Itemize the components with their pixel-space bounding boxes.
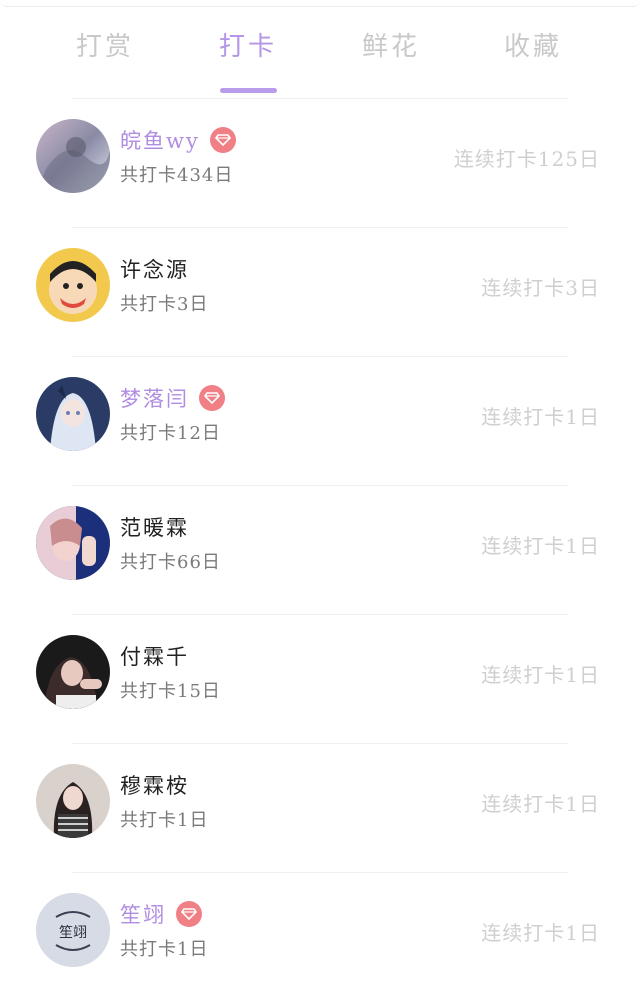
avatar-cartoon-icon <box>36 248 110 322</box>
user-name[interactable]: 皖鱼wy <box>120 125 200 155</box>
total-checkin-count: 共打卡3日 <box>120 294 209 315</box>
user-name[interactable]: 笙翊 <box>120 899 166 929</box>
avatar[interactable] <box>36 119 110 193</box>
streak-count: 连续打卡1日 <box>481 663 600 687</box>
vip-diamond-icon <box>176 901 202 927</box>
list-item[interactable]: 梦落闫 共打卡12日 连续打卡1日 <box>36 356 599 485</box>
total-checkin-count: 共打卡12日 <box>120 423 221 444</box>
avatar-text: 笙翊 <box>59 925 87 941</box>
user-name[interactable]: 范暖霖 <box>120 512 189 542</box>
tab-checkin[interactable]: 打卡 <box>203 26 293 63</box>
streak-count: 连续打卡1日 <box>481 921 600 945</box>
streak-count: 连续打卡1日 <box>481 792 600 816</box>
user-name[interactable]: 许念源 <box>120 254 189 284</box>
avatar[interactable] <box>36 764 110 838</box>
vip-diamond-icon <box>199 385 225 411</box>
user-name[interactable]: 付霖千 <box>120 641 189 671</box>
vip-diamond-icon <box>209 127 236 153</box>
avatar-photo-icon <box>36 119 110 193</box>
avatar[interactable] <box>36 635 110 709</box>
avatar[interactable] <box>36 248 110 322</box>
user-name[interactable]: 梦落闫 <box>120 383 189 413</box>
total-checkin-count: 共打卡15日 <box>120 681 221 702</box>
avatar-photo-icon <box>36 506 110 580</box>
list-item[interactable]: 范暖霖 共打卡66日 连续打卡1日 <box>36 485 599 614</box>
streak-count: 连续打卡3日 <box>481 276 600 300</box>
avatar[interactable] <box>36 506 110 580</box>
tab-bar: 打赏 打卡 鲜花 收藏 <box>0 18 640 93</box>
streak-count: 连续打卡1日 <box>481 405 600 429</box>
total-checkin-count: 共打卡1日 <box>120 810 209 831</box>
tab-flowers[interactable]: 鲜花 <box>346 26 436 63</box>
active-tab-indicator <box>220 88 277 93</box>
total-checkin-count: 共打卡66日 <box>120 552 221 573</box>
streak-count: 连续打卡1日 <box>481 534 600 558</box>
avatar[interactable] <box>36 377 110 451</box>
list-item[interactable]: 许念源 共打卡3日 连续打卡3日 <box>36 227 599 356</box>
top-sheet-edge <box>0 0 640 7</box>
total-checkin-count: 共打卡1日 <box>120 939 209 960</box>
user-name[interactable]: 穆霖桉 <box>120 770 189 800</box>
avatar-text-logo-icon: 笙翊 <box>36 893 110 967</box>
avatar[interactable]: 笙翊 <box>36 893 110 967</box>
list-item[interactable]: 穆霖桉 共打卡1日 连续打卡1日 <box>36 743 599 872</box>
avatar-anime-icon <box>36 377 110 451</box>
avatar-photo-icon <box>36 764 110 838</box>
streak-count: 连续打卡125日 <box>453 147 600 171</box>
tab-tips[interactable]: 打赏 <box>60 26 150 63</box>
list-item[interactable]: 皖鱼wy 共打卡434日 连续打卡125日 <box>36 98 599 227</box>
avatar-photo-icon <box>36 635 110 709</box>
list-item[interactable]: 笙翊 笙翊 共打卡1日 连续打卡1日 <box>36 872 599 1001</box>
checkin-list: 皖鱼wy 共打卡434日 连续打卡125日 许念源 共打卡3日 连续打卡3日 梦… <box>0 98 640 1001</box>
total-checkin-count: 共打卡434日 <box>120 165 234 186</box>
list-item[interactable]: 付霖千 共打卡15日 连续打卡1日 <box>36 614 599 743</box>
tab-favorites[interactable]: 收藏 <box>488 26 578 63</box>
